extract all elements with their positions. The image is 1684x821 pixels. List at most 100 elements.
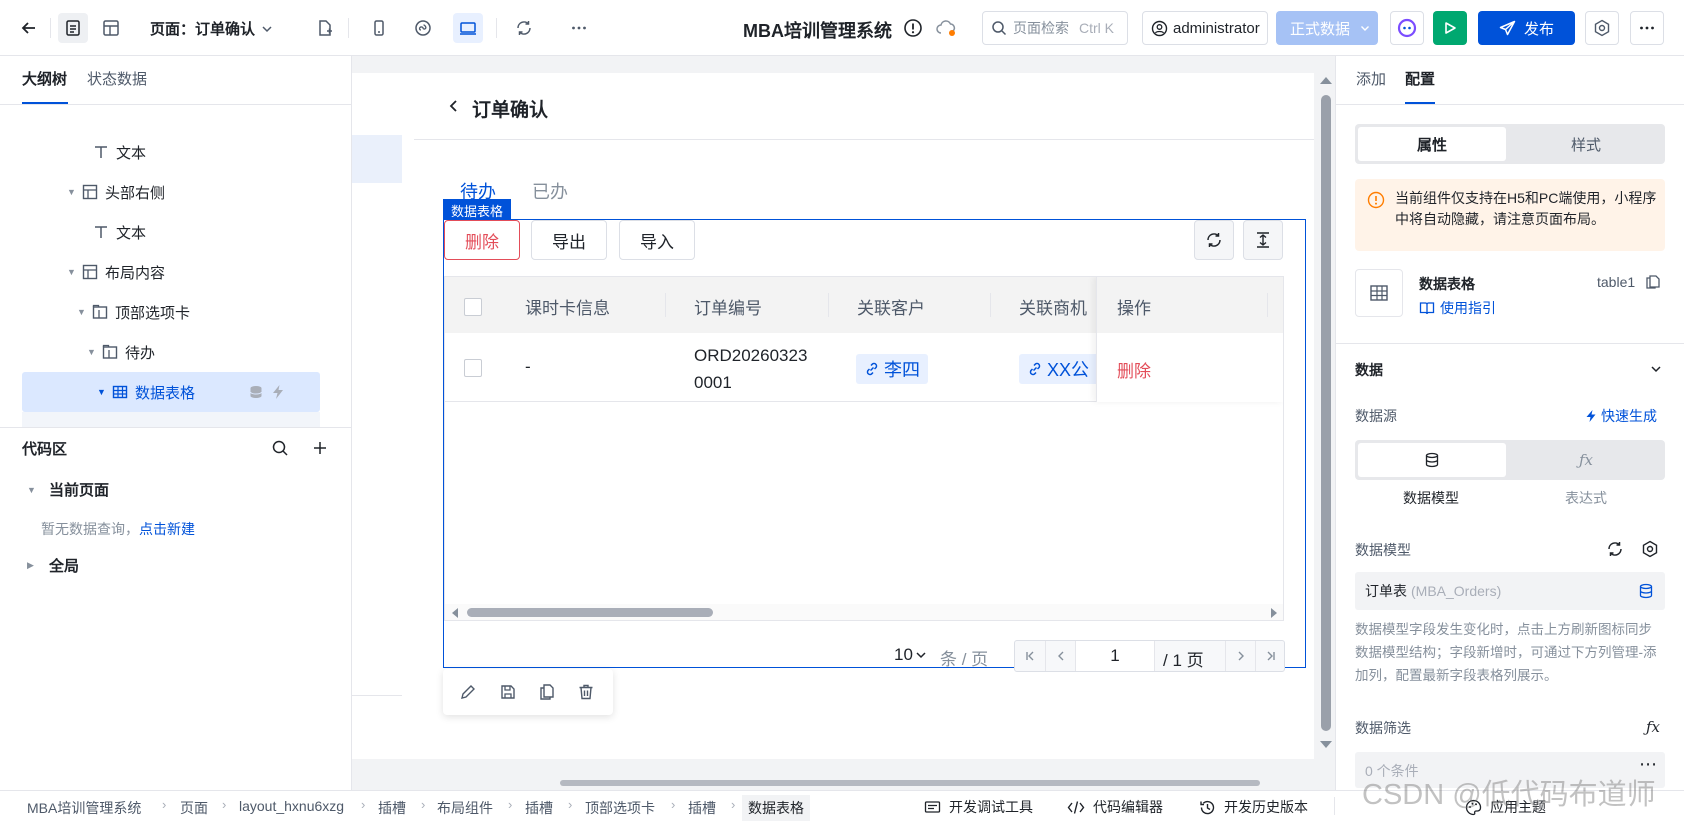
tree-item-data-table[interactable]: ▼ 数据表格 (97, 373, 195, 411)
miniprogram-icon[interactable] (408, 13, 438, 43)
settings-icon[interactable] (1585, 11, 1619, 45)
more-icon[interactable] (564, 13, 594, 43)
breadcrumb-layout-component[interactable]: 布局组件 (437, 798, 493, 818)
desktop-icon[interactable] (453, 13, 483, 43)
quick-generate-link[interactable]: 快速生成 (1584, 406, 1657, 426)
edit-icon[interactable] (459, 683, 477, 701)
row-delete-link[interactable]: 删除 (1117, 357, 1151, 382)
delete-button[interactable]: 删除 (444, 220, 520, 260)
scroll-right-arrow-icon[interactable] (1271, 608, 1277, 618)
app-theme-tool[interactable]: 应用主题 (1465, 797, 1546, 817)
add-page-icon[interactable] (310, 13, 340, 43)
cloud-sync-icon[interactable] (936, 19, 958, 37)
current-page-group[interactable]: ▼ 当前页面 (27, 479, 109, 500)
tree-item-text[interactable]: 文本 (92, 133, 146, 171)
mobile-icon[interactable] (364, 13, 394, 43)
add-icon[interactable] (311, 439, 329, 457)
segment-properties[interactable]: 属性 (1358, 127, 1506, 161)
scroll-down-arrow-icon[interactable] (1320, 741, 1332, 748)
canvas-horizontal-scrollbar[interactable] (560, 780, 1260, 786)
more-icon[interactable]: ⋯ (1639, 754, 1657, 775)
canvas-vertical-scrollbar[interactable] (1316, 73, 1335, 759)
save-icon[interactable] (499, 683, 517, 701)
sync-model-icon[interactable] (1606, 540, 1624, 558)
breadcrumb-slot[interactable]: 插槽 (688, 798, 716, 818)
tab-done[interactable]: 已办 (532, 178, 568, 204)
more-menu-icon[interactable] (1630, 11, 1664, 45)
database-bound-icon[interactable] (248, 384, 264, 400)
column-header-card-info[interactable]: 课时卡信息 (525, 294, 610, 319)
data-model-select[interactable]: 订单表 (MBA_Orders) (1355, 572, 1665, 610)
import-button[interactable]: 导入 (619, 220, 695, 260)
page-number-input[interactable]: 1 (1075, 641, 1155, 671)
page-selector[interactable]: 页面：订单确认 (150, 18, 273, 39)
caret-down-icon[interactable]: ▼ (87, 347, 101, 357)
option-expression[interactable]: 表达式 (1510, 488, 1662, 508)
tree-item-todo[interactable]: ▼ 待办 (87, 333, 155, 371)
filter-conditions[interactable]: 0 个条件 ⋯ (1355, 752, 1665, 788)
history-version-tool[interactable]: 开发历史版本 (1199, 797, 1308, 817)
tab-state-data[interactable]: 状态数据 (87, 68, 147, 89)
layout-icon[interactable] (96, 13, 126, 43)
customer-link[interactable]: 李四 (856, 354, 928, 384)
row-checkbox[interactable] (464, 359, 482, 377)
scroll-left-arrow-icon[interactable] (452, 608, 458, 618)
info-icon[interactable] (903, 18, 923, 38)
horizontal-scrollbar[interactable] (445, 604, 1283, 620)
row-height-icon[interactable] (1243, 220, 1283, 260)
tree-item-layout-content[interactable]: ▼ 布局内容 (67, 253, 165, 291)
page-icon[interactable] (58, 13, 88, 43)
breadcrumb-tabs[interactable]: 顶部选项卡 (585, 798, 655, 818)
copy-icon[interactable] (538, 683, 556, 701)
last-page-icon[interactable] (1255, 641, 1285, 671)
table-refresh-icon[interactable] (1194, 220, 1234, 260)
chevron-left-icon[interactable] (446, 98, 462, 114)
search-icon[interactable] (271, 439, 289, 457)
scrollbar-thumb[interactable] (467, 608, 713, 617)
usage-guide-link[interactable]: 使用指引 (1419, 298, 1496, 318)
breadcrumb-slot[interactable]: 插槽 (378, 798, 406, 818)
breadcrumb-app[interactable]: MBA培训管理系统 (27, 798, 141, 818)
copy-id-icon[interactable] (1645, 274, 1661, 290)
tab-config[interactable]: 配置 (1405, 68, 1435, 89)
chevron-down-icon[interactable] (1649, 362, 1663, 376)
ai-assistant-icon[interactable] (1390, 11, 1424, 45)
option-data-model[interactable]: 数据模型 (1355, 488, 1507, 508)
fx-icon[interactable]: ƒx (1510, 443, 1662, 477)
page-size-select[interactable]: 10 (894, 645, 927, 665)
column-header-opportunity[interactable]: 关联商机 (1019, 294, 1087, 319)
event-lightning-icon[interactable] (270, 384, 286, 400)
publish-button[interactable]: 发布 (1478, 11, 1575, 45)
column-header-order-no[interactable]: 订单编号 (694, 294, 762, 319)
breadcrumb-current[interactable]: 数据表格 (742, 795, 810, 821)
breadcrumb-slot[interactable]: 插槽 (525, 798, 553, 818)
user-button[interactable]: administrator (1142, 11, 1268, 45)
opportunity-link[interactable]: XX公 (1019, 354, 1099, 384)
delete-icon[interactable] (577, 683, 595, 701)
caret-down-icon[interactable]: ▼ (77, 307, 91, 317)
global-group[interactable]: ▶ 全局 (27, 555, 79, 576)
tab-add[interactable]: 添加 (1356, 68, 1386, 89)
scroll-up-arrow-icon[interactable] (1320, 77, 1332, 84)
caret-down-icon[interactable]: ▼ (27, 485, 41, 495)
first-page-icon[interactable] (1015, 641, 1045, 671)
fx-icon[interactable]: ƒx (1646, 718, 1660, 736)
column-header-customer[interactable]: 关联客户 (857, 294, 925, 319)
tree-item-header-right[interactable]: ▼ 头部右侧 (67, 173, 165, 211)
refresh-icon[interactable] (509, 13, 539, 43)
tree-item-text[interactable]: 文本 (92, 213, 146, 251)
caret-down-icon[interactable]: ▼ (67, 187, 81, 197)
model-settings-icon[interactable] (1641, 540, 1659, 558)
data-mode-select[interactable]: 正式数据 (1276, 11, 1378, 45)
breadcrumb-layout[interactable]: layout_hxnu6xzg (239, 798, 344, 814)
tree-item-top-tabs[interactable]: ▼ 顶部选项卡 (77, 293, 190, 331)
create-query-link[interactable]: 点击新建 (139, 521, 195, 537)
caret-down-icon[interactable]: ▼ (97, 387, 111, 397)
prev-page-icon[interactable] (1045, 641, 1075, 671)
page-search-input[interactable]: 页面检索 Ctrl K (982, 11, 1128, 45)
back-arrow-icon[interactable] (14, 13, 44, 43)
segment-style[interactable]: 样式 (1510, 127, 1662, 161)
column-header-operation[interactable]: 操作 (1117, 294, 1151, 319)
caret-right-icon[interactable]: ▶ (27, 560, 41, 571)
export-button[interactable]: 导出 (531, 220, 607, 260)
